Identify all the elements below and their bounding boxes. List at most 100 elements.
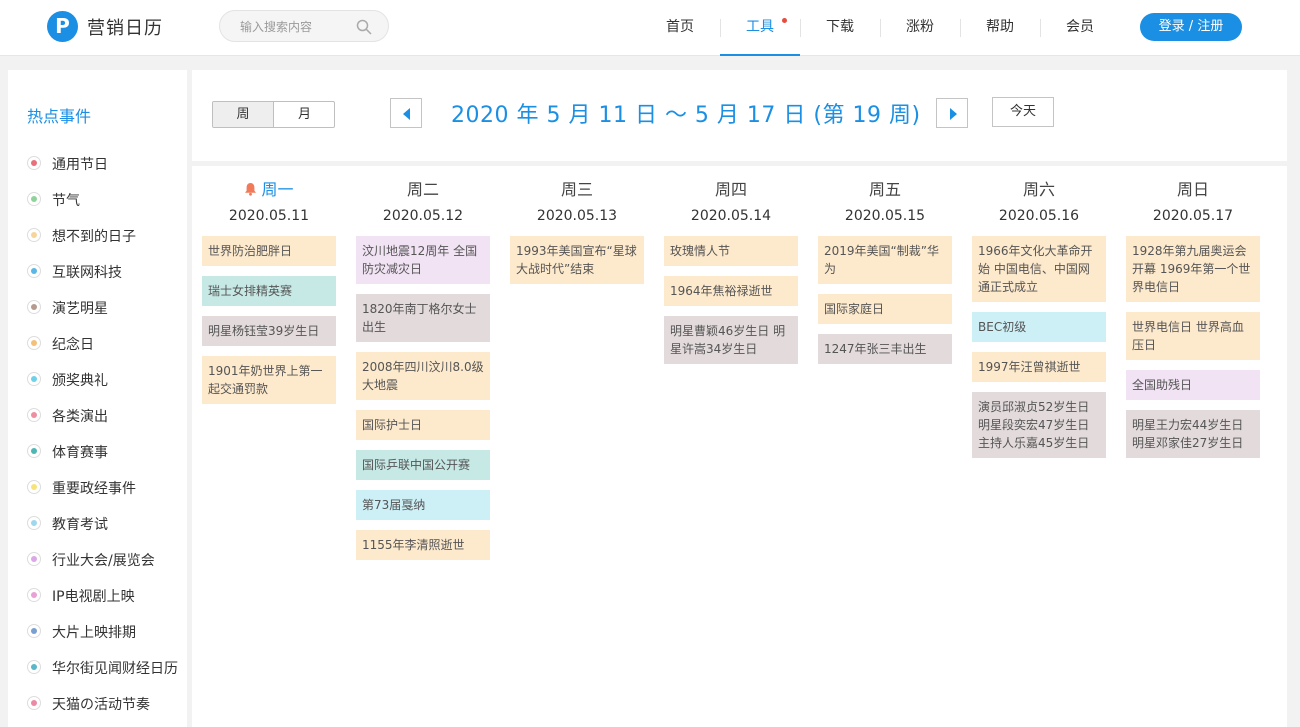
category-item[interactable]: 体育赛事 <box>27 441 187 461</box>
next-week-button[interactable] <box>936 98 968 128</box>
color-dot <box>31 520 37 526</box>
category-color-dot-icon <box>27 480 41 494</box>
category-item[interactable]: 纪念日 <box>27 333 187 353</box>
category-label: 教育考试 <box>52 517 108 533</box>
day-name: 周一 <box>202 176 336 200</box>
category-color-dot-icon <box>27 624 41 638</box>
category-label: 各类演出 <box>52 409 108 425</box>
search-icon[interactable] <box>356 19 372 35</box>
category-item[interactable]: 通用节日 <box>27 153 187 173</box>
color-dot <box>31 664 37 670</box>
logo-icon[interactable]: P <box>47 11 78 42</box>
day-name-label: 周五 <box>868 180 901 199</box>
nav-membership[interactable]: 会员 <box>1040 0 1120 56</box>
nav-tools[interactable]: 工具 <box>720 0 800 56</box>
event-item[interactable]: 2019年美国“制裁”华为 <box>818 236 952 284</box>
color-dot <box>31 484 37 490</box>
category-item[interactable]: 各类演出 <box>27 405 187 425</box>
category-color-dot-icon <box>27 156 41 170</box>
event-item[interactable]: 明星杨钰莹39岁生日 <box>202 316 336 346</box>
day-date: 2020.05.13 <box>536 208 618 224</box>
event-item[interactable]: 国际乒联中国公开赛 <box>356 450 490 480</box>
category-color-dot-icon <box>27 228 41 242</box>
color-dot <box>31 376 37 382</box>
event-item[interactable]: 演员邱淑贞52岁生日 明星段奕宏47岁生日 主持人乐嘉45岁生日 <box>972 392 1106 458</box>
category-color-dot-icon <box>27 552 41 566</box>
nav-help[interactable]: 帮助 <box>960 0 1040 56</box>
category-color-dot-icon <box>27 372 41 386</box>
event-item[interactable]: 1993年美国宣布“星球大战时代”结束 <box>510 236 644 284</box>
color-dot <box>31 628 37 634</box>
event-item[interactable]: 世界电信日 世界高血压日 <box>1126 312 1260 360</box>
category-item[interactable]: 想不到的日子 <box>27 225 187 245</box>
category-item[interactable]: 华尔街见闻财经日历 <box>27 657 187 677</box>
event-item[interactable]: 2008年四川汶川8.0级大地震 <box>356 352 490 400</box>
category-item[interactable]: 大片上映排期 <box>27 621 187 641</box>
event-item[interactable]: 明星王力宏44岁生日 明星邓家佳27岁生日 <box>1126 410 1260 458</box>
event-item[interactable]: 1966年文化大革命开始 中国电信、中国网通正式成立 <box>972 236 1106 302</box>
event-item[interactable]: 瑞士女排精英赛 <box>202 276 336 306</box>
event-item[interactable]: 世界防治肥胖日 <box>202 236 336 266</box>
month-view-button[interactable]: 月 <box>274 102 334 127</box>
category-item[interactable]: 互联网科技 <box>27 261 187 281</box>
category-color-dot-icon <box>27 516 41 530</box>
chevron-left-icon <box>403 108 410 120</box>
search-input[interactable] <box>240 18 350 36</box>
nav-home[interactable]: 首页 <box>640 0 720 56</box>
category-label: IP电视剧上映 <box>52 589 135 605</box>
week-view-button[interactable]: 周 <box>213 102 274 127</box>
event-item[interactable]: 第73届戛纳 <box>356 490 490 520</box>
day-name-label: 周六 <box>1022 180 1055 199</box>
category-item[interactable]: IP电视剧上映 <box>27 585 187 605</box>
category-label: 重要政经事件 <box>52 481 136 497</box>
chevron-right-icon <box>950 108 957 120</box>
event-item[interactable]: 1928年第九届奥运会开幕 1969年第一个世界电信日 <box>1126 236 1260 302</box>
event-item[interactable]: 玫瑰情人节 <box>664 236 798 266</box>
sidebar-title: 热点事件 <box>27 107 92 126</box>
color-dot <box>31 304 37 310</box>
color-dot <box>31 700 37 706</box>
day-name: 周三 <box>510 176 644 200</box>
nav-followers[interactable]: 涨粉 <box>880 0 960 56</box>
day-name: 周五 <box>818 176 952 200</box>
today-button[interactable]: 今天 <box>992 97 1054 127</box>
color-dot <box>31 340 37 346</box>
event-item[interactable]: 1155年李清照逝世 <box>356 530 490 560</box>
category-label: 想不到的日子 <box>52 229 136 245</box>
event-item[interactable]: 明星曹颖46岁生日 明星许嵩34岁生日 <box>664 316 798 364</box>
event-item[interactable]: 国际护士日 <box>356 410 490 440</box>
category-item[interactable]: 天猫の活动节奏 <box>27 693 187 713</box>
color-dot <box>31 160 37 166</box>
event-item[interactable]: 1247年张三丰出生 <box>818 334 952 364</box>
event-item[interactable]: 1997年汪曾祺逝世 <box>972 352 1106 382</box>
category-item[interactable]: 重要政经事件 <box>27 477 187 497</box>
view-toggle: 周 月 <box>212 101 335 128</box>
category-item[interactable]: 行业大会/展览会 <box>27 549 187 569</box>
event-item[interactable]: 1820年南丁格尔女士出生 <box>356 294 490 342</box>
color-dot <box>31 448 37 454</box>
category-item[interactable]: 节气 <box>27 189 187 209</box>
nav-download[interactable]: 下载 <box>800 0 880 56</box>
prev-week-button[interactable] <box>390 98 422 128</box>
category-item[interactable]: 演艺明星 <box>27 297 187 317</box>
day-name: 周四 <box>664 176 798 200</box>
category-label: 颁奖典礼 <box>52 373 108 389</box>
category-label: 纪念日 <box>52 337 94 353</box>
day-name-label: 周一 <box>261 180 294 199</box>
day-name-label: 周日 <box>1176 180 1209 199</box>
category-item[interactable]: 教育考试 <box>27 513 187 533</box>
category-label: 大片上映排期 <box>52 625 136 641</box>
login-register-button[interactable]: 登录 / 注册 <box>1140 13 1242 41</box>
event-item[interactable]: BEC初级 <box>972 312 1106 342</box>
category-label: 天猫の活动节奏 <box>52 697 150 713</box>
event-item[interactable]: 汶川地震12周年 全国防灾减灾日 <box>356 236 490 284</box>
day-name-label: 周二 <box>406 180 439 199</box>
category-label: 华尔街见闻财经日历 <box>52 661 178 677</box>
day-date: 2020.05.15 <box>844 208 926 224</box>
event-item[interactable]: 1901年奶世界上第一起交通罚款 <box>202 356 336 404</box>
event-item[interactable]: 国际家庭日 <box>818 294 952 324</box>
event-item[interactable]: 全国助残日 <box>1126 370 1260 400</box>
app-title[interactable]: 营销日历 <box>87 14 163 40</box>
event-item[interactable]: 1964年焦裕禄逝世 <box>664 276 798 306</box>
category-item[interactable]: 颁奖典礼 <box>27 369 187 389</box>
